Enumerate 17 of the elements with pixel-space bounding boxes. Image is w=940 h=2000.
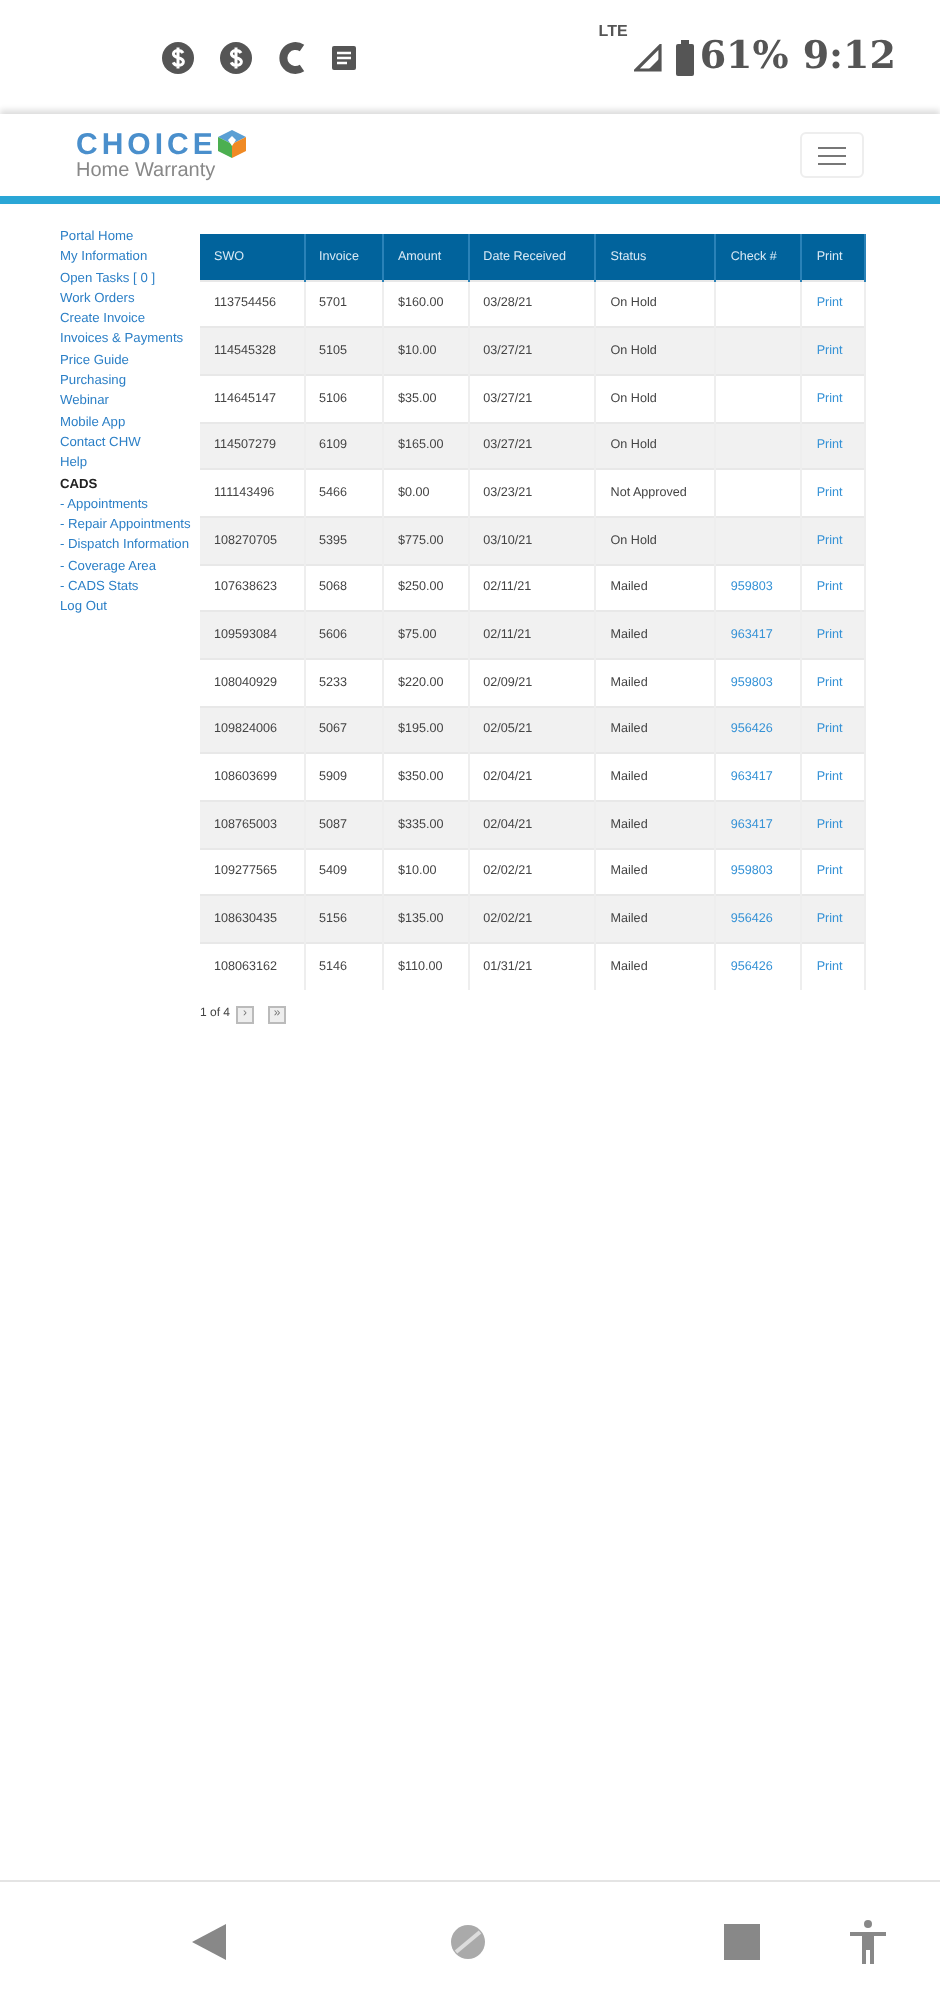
back-icon[interactable] xyxy=(190,1921,230,1961)
signal-icon xyxy=(633,43,662,71)
dollar-icon xyxy=(160,39,196,75)
clock-time: 9:12 xyxy=(802,32,896,83)
network-label: LTE xyxy=(598,20,628,45)
logo-subtext: Home Warranty xyxy=(76,160,218,182)
dollar-icon xyxy=(218,39,254,75)
logo-text: CHOICE xyxy=(76,129,217,159)
c-logo-icon xyxy=(276,37,308,77)
menu-icon xyxy=(818,145,846,165)
battery-level: 61% xyxy=(699,32,789,83)
news-icon xyxy=(330,43,358,71)
logo-icon xyxy=(216,128,249,160)
ball-icon[interactable] xyxy=(450,1923,486,1959)
battery-icon xyxy=(675,39,694,75)
accessibility-icon[interactable] xyxy=(848,1917,888,1965)
menu-toggle-button[interactable] xyxy=(800,132,864,178)
